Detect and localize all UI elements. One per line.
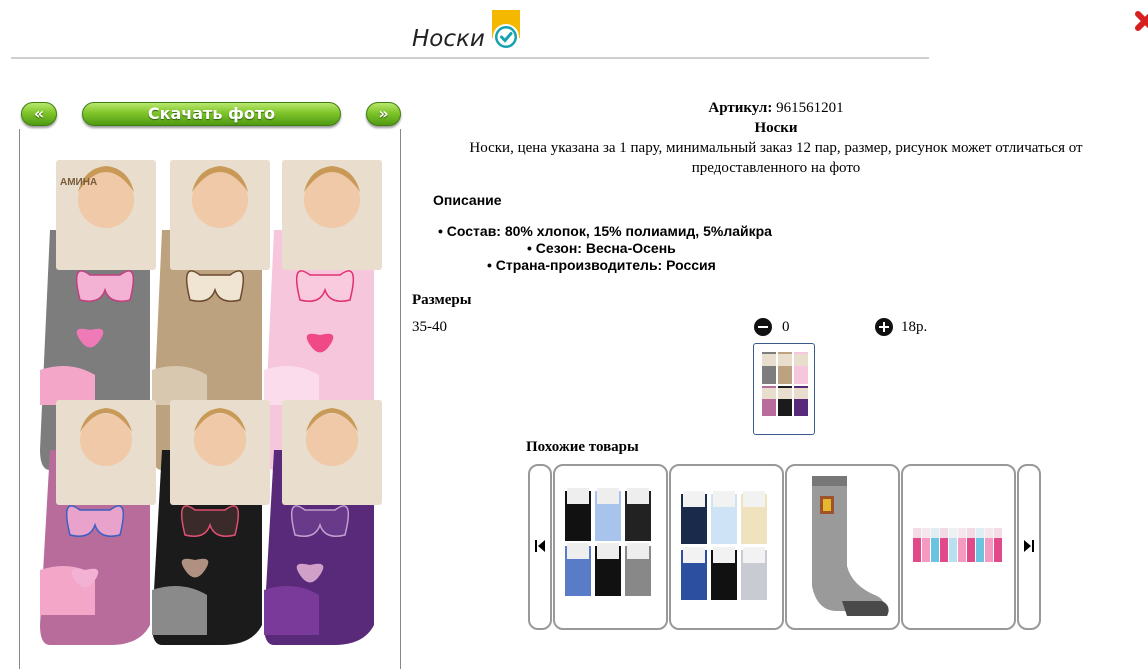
- similar-products-title: Похожие товары: [526, 439, 639, 455]
- photo-brand-label: АМИНА: [60, 177, 97, 188]
- carousel-next-button[interactable]: [1017, 464, 1041, 630]
- size-value: 35-40: [412, 319, 447, 335]
- close-icon[interactable]: [1134, 10, 1148, 44]
- plus-circle-icon[interactable]: [875, 318, 893, 336]
- similar-product-image: [812, 476, 889, 616]
- similar-product-image: [913, 528, 1002, 562]
- product-info: Артикул: 961561201 Носки Носки, цена ука…: [420, 98, 1132, 178]
- product-summary-line1: Носки, цена указана за 1 пару, минимальн…: [469, 140, 1083, 156]
- article-line: Артикул: 961561201: [420, 98, 1132, 118]
- header-divider: [11, 57, 929, 59]
- product-photo[interactable]: АМИНА: [20, 130, 399, 658]
- article-label: Артикул:: [708, 100, 773, 116]
- similar-product-item[interactable]: [901, 464, 1016, 630]
- article-value: 961561201: [776, 100, 844, 116]
- product-name: Носки: [754, 120, 798, 136]
- prev-photo-button[interactable]: «: [21, 102, 57, 126]
- bullet-season: • Сезон: Весна-Осень: [527, 240, 676, 256]
- sizes-title: Размеры: [412, 292, 472, 308]
- quantity-value[interactable]: 0: [782, 319, 790, 336]
- carousel-prev-button[interactable]: [528, 464, 552, 630]
- skip-forward-icon: [1024, 540, 1034, 552]
- bullet-country: • Страна-производитель: Россия: [487, 257, 716, 273]
- bullet-composition: • Состав: 80% хлопок, 15% полиамид, 5%ла…: [438, 223, 772, 239]
- photo-thumbnail[interactable]: [753, 343, 815, 435]
- thumbnail-image: [762, 352, 808, 416]
- download-photo-button[interactable]: Скачать фото: [82, 102, 341, 126]
- description-title: Описание: [433, 192, 502, 208]
- similar-product-image: [681, 491, 767, 600]
- product-summary-line2: предоставленного на фото: [691, 160, 861, 176]
- page-title: Носки: [412, 26, 485, 52]
- price-value: 18р.: [901, 319, 928, 335]
- similar-product-item[interactable]: [553, 464, 668, 630]
- similar-product-image: [565, 488, 651, 596]
- next-photo-button[interactable]: »: [366, 102, 401, 126]
- similar-product-item[interactable]: [785, 464, 900, 630]
- skip-back-icon: [535, 540, 545, 552]
- verified-check-icon: [492, 10, 520, 50]
- similar-product-item[interactable]: [669, 464, 784, 630]
- minus-circle-icon[interactable]: [754, 318, 772, 336]
